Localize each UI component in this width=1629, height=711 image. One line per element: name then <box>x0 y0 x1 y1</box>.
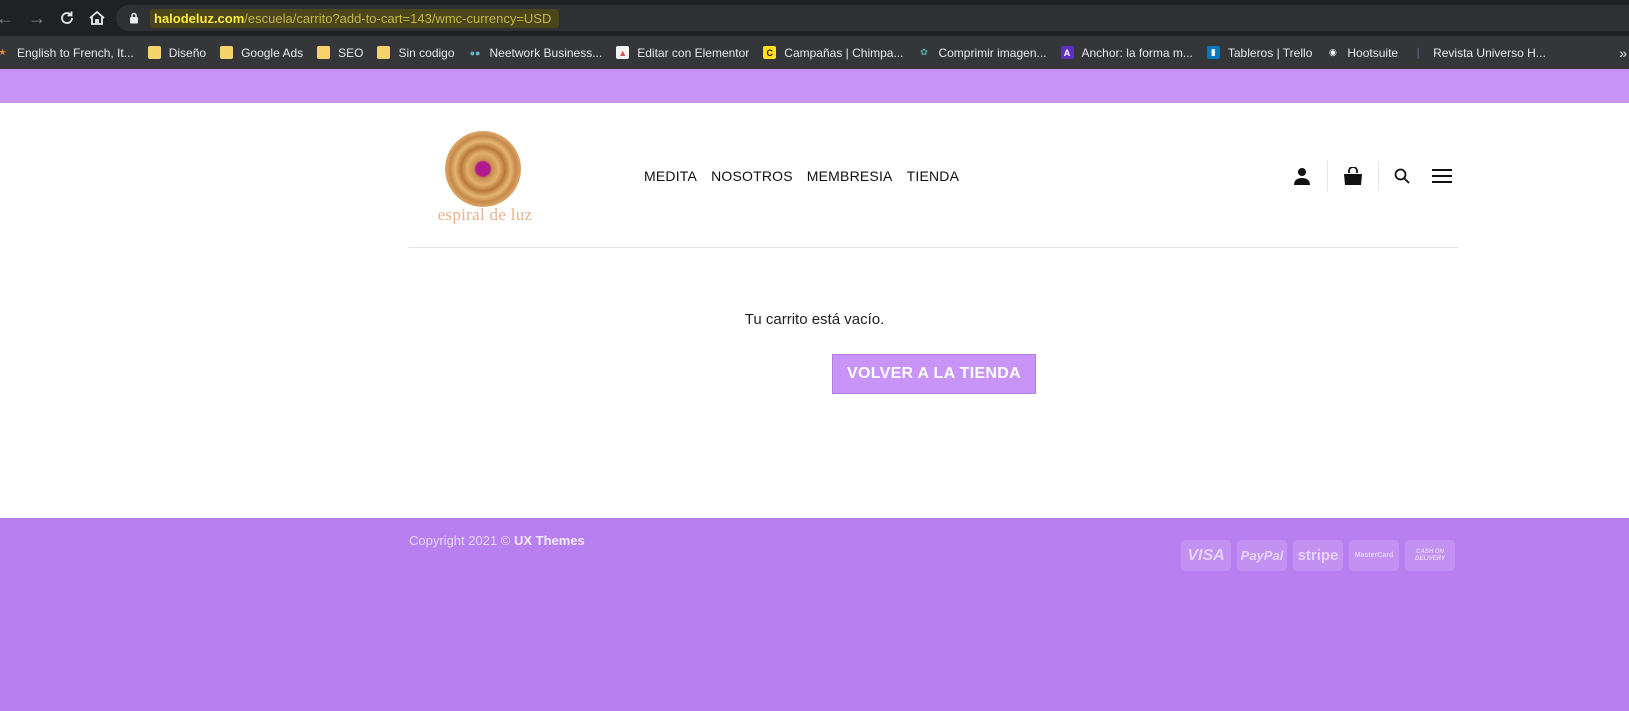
owl-icon: ◉ <box>1328 47 1337 57</box>
bookmark-label: Editar con Elementor <box>637 45 750 60</box>
bookmark-google-ads[interactable]: Google Ads <box>214 36 311 69</box>
forward-arrow-icon[interactable]: → <box>24 5 50 31</box>
stripe-icon: stripe <box>1293 540 1343 571</box>
bookmark-comprimir[interactable]: ✿ Comprimir imagen... <box>911 36 1054 69</box>
nav-item-membresia[interactable]: MEMBRESIA <box>807 168 893 184</box>
bookmark-hootsuite[interactable]: ◉ Hootsuite <box>1320 36 1406 69</box>
bookmark-diseno[interactable]: Diseño <box>142 36 214 69</box>
leaf-icon: ✿ <box>920 47 928 57</box>
bookmark-label: Revista Universo H... <box>1433 45 1546 60</box>
cash-on-delivery-icon: CASH ON DELIVERY <box>1405 540 1455 571</box>
more-bookmarks-icon[interactable]: » <box>1619 36 1627 69</box>
return-to-shop-button[interactable]: VOLVER A LA TIENDA <box>832 354 1036 394</box>
bookmark-seo[interactable]: SEO <box>311 36 371 69</box>
lock-icon <box>128 11 140 25</box>
bookmark-label: Anchor: la forma m... <box>1081 45 1193 60</box>
anchor-icon: A <box>1060 46 1074 59</box>
spiral-logo-icon <box>445 131 521 207</box>
account-icon[interactable] <box>1277 158 1327 194</box>
site-footer: Copyright 2021 © UX Themes VISA PayPal s… <box>0 518 1629 711</box>
bookmark-label: Sin codigo <box>398 45 455 60</box>
url-host: halodeluz.com <box>154 10 245 26</box>
reload-icon[interactable] <box>54 5 80 31</box>
paypal-icon: PayPal <box>1237 540 1287 571</box>
url-path: /escuela/carrito?add-to-cart=143/wmc-cur… <box>244 10 552 26</box>
site-top-bar <box>0 69 1629 103</box>
page-main: espiral de luz MEDITA NOSOTROS MEMBRESIA… <box>0 103 1629 518</box>
bookmark-label: English to French, It... <box>17 45 134 60</box>
copyright-prefix: Copyright 2021 © <box>409 533 511 548</box>
bookmark-anchor[interactable]: A Anchor: la forma m... <box>1055 36 1201 69</box>
bookmark-label: SEO <box>338 45 364 60</box>
bookmark-label: Hootsuite <box>1347 45 1399 60</box>
bookmarks-bar: ★ English to French, It... Diseño Google … <box>0 36 1629 69</box>
bookmark-label: Campañas | Chimpa... <box>784 45 904 60</box>
payment-icons: VISA PayPal stripe MasterCard CASH ON DE… <box>1181 540 1455 571</box>
trello-icon: ▮ <box>1206 46 1220 59</box>
folder-icon <box>377 46 391 59</box>
translate-icon: ★ <box>0 47 7 57</box>
site-header: espiral de luz MEDITA NOSOTROS MEMBRESIA… <box>409 103 1459 248</box>
bookmark-revista[interactable]: │ Revista Universo H... <box>1406 36 1554 69</box>
site-logo[interactable]: espiral de luz <box>435 125 535 225</box>
address-bar[interactable]: halodeluz.com/escuela/carrito?add-to-car… <box>116 5 1629 31</box>
neetwork-icon: ●● <box>469 47 481 58</box>
bookmark-elementor[interactable]: ▲ Editar con Elementor <box>610 36 757 69</box>
nav-item-medita[interactable]: MEDITA <box>644 168 697 184</box>
copyright-text: Copyright 2021 © UX Themes <box>409 533 585 548</box>
bookmark-label: Comprimir imagen... <box>938 45 1047 60</box>
elementor-icon: ▲ <box>616 46 630 59</box>
bookmark-label: Diseño <box>168 45 207 60</box>
cart-bag-icon[interactable] <box>1328 158 1378 194</box>
bookmark-icon: │ <box>1415 47 1422 58</box>
nav-item-nosotros[interactable]: NOSOTROS <box>711 168 793 184</box>
bookmark-trello[interactable]: ▮ Tableros | Trello <box>1201 36 1321 69</box>
bookmark-sin-codigo[interactable]: Sin codigo <box>371 36 462 69</box>
bookmark-translate[interactable]: ★ English to French, It... <box>0 36 142 69</box>
copyright-brand: UX Themes <box>513 533 585 548</box>
folder-icon <box>220 46 234 59</box>
bookmark-neetwork[interactable]: ●● Neetwork Business... <box>463 36 611 69</box>
mastercard-icon: MasterCard <box>1349 540 1399 571</box>
logo-text: espiral de luz <box>437 205 533 224</box>
back-arrow-icon[interactable]: ← <box>0 5 18 31</box>
bookmark-mailchimp[interactable]: C Campañas | Chimpa... <box>757 36 911 69</box>
mailchimp-icon: C <box>763 46 777 59</box>
header-icons <box>1277 158 1459 194</box>
bookmark-label: Google Ads <box>241 45 304 60</box>
home-icon[interactable] <box>84 5 110 31</box>
empty-cart-message: Tu carrito está vacío. <box>744 311 885 328</box>
browser-toolbar: ← → halodeluz.com/escuela/carrito?add-to… <box>0 0 1629 36</box>
url-text: halodeluz.com/escuela/carrito?add-to-car… <box>150 8 560 28</box>
bookmark-label: Tableros | Trello <box>1227 45 1313 60</box>
bookmark-label: Neetwork Business... <box>489 45 603 60</box>
nav-item-tienda[interactable]: TIENDA <box>907 168 960 184</box>
folder-icon <box>147 46 161 59</box>
search-icon[interactable] <box>1379 158 1425 194</box>
main-nav: MEDITA NOSOTROS MEMBRESIA TIENDA <box>644 168 959 184</box>
hamburger-menu-icon[interactable] <box>1425 158 1459 194</box>
folder-icon <box>317 46 331 59</box>
visa-icon: VISA <box>1181 540 1231 571</box>
